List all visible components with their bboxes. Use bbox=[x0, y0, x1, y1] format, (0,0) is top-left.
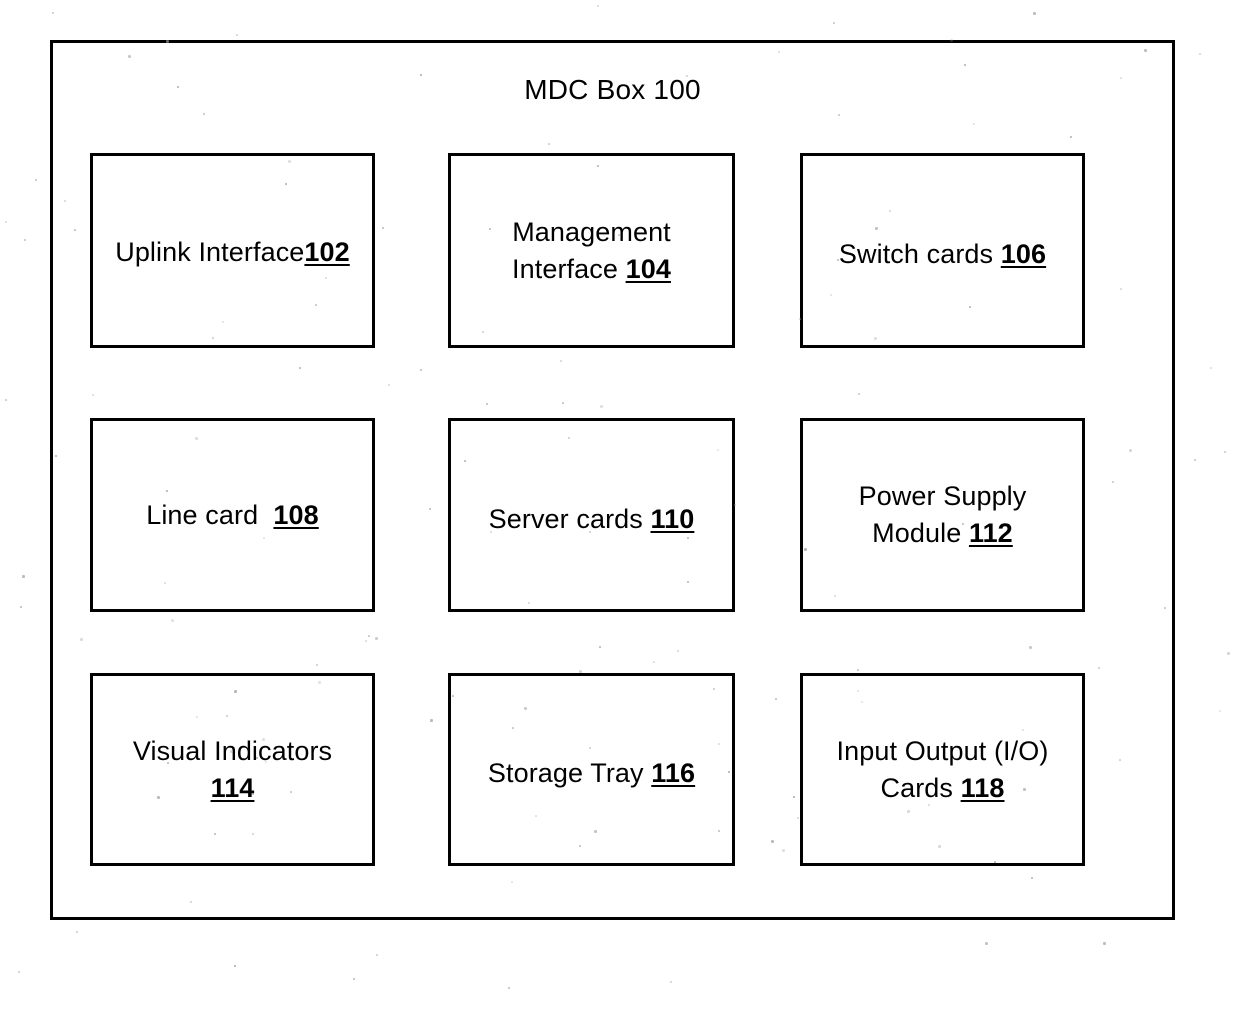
switch-cards-ref: 106 bbox=[1000, 239, 1047, 269]
server-cards-ref: 110 bbox=[650, 503, 695, 534]
component-box-io-cards[interactable]: Input Output (I/O) Cards 118 bbox=[800, 673, 1085, 866]
component-label-management-interface: Management Interface 104 bbox=[506, 214, 677, 288]
component-label-visual-indicators: Visual Indicators 114 bbox=[127, 733, 338, 807]
management-interface-line1: Management bbox=[512, 216, 671, 247]
component-label-server-cards: Server cards 110 bbox=[483, 501, 701, 538]
storage-tray-ref: 116 bbox=[651, 758, 696, 788]
visual-indicators-ref: 114 bbox=[210, 772, 255, 803]
uplink-interface-text: Uplink Interface bbox=[115, 237, 305, 267]
component-box-visual-indicators[interactable]: Visual Indicators 114 bbox=[90, 673, 375, 866]
component-box-switch-cards[interactable]: Switch cards 106 bbox=[800, 153, 1085, 348]
io-cards-line1: Input Output (I/O) bbox=[836, 735, 1049, 766]
component-label-storage-tray: Storage Tray 116 bbox=[482, 755, 701, 792]
server-cards-text: Server cards bbox=[488, 503, 651, 534]
management-interface-line2: Interface bbox=[512, 253, 626, 284]
diagram-title-ref: 100 bbox=[653, 74, 701, 105]
component-label-power-supply-module: Power Supply Module 112 bbox=[853, 478, 1033, 552]
power-supply-ref: 112 bbox=[968, 518, 1013, 548]
management-interface-ref: 104 bbox=[625, 253, 671, 284]
power-supply-line2: Module bbox=[872, 518, 969, 548]
component-label-uplink-interface: Uplink Interface102 bbox=[109, 234, 356, 271]
component-label-io-cards: Input Output (I/O) Cards 118 bbox=[831, 733, 1055, 807]
uplink-interface-ref: 102 bbox=[304, 237, 350, 267]
component-label-switch-cards: Switch cards 106 bbox=[833, 236, 1052, 273]
component-box-storage-tray[interactable]: Storage Tray 116 bbox=[448, 673, 735, 866]
component-box-power-supply-module[interactable]: Power Supply Module 112 bbox=[800, 418, 1085, 612]
component-box-uplink-interface[interactable]: Uplink Interface102 bbox=[90, 153, 375, 348]
component-box-server-cards[interactable]: Server cards 110 bbox=[448, 418, 735, 612]
visual-indicators-line1: Visual Indicators bbox=[132, 735, 333, 766]
line-card-text: Line card bbox=[146, 499, 274, 530]
component-box-management-interface[interactable]: Management Interface 104 bbox=[448, 153, 735, 348]
diagram-title-text: MDC Box bbox=[524, 74, 646, 105]
component-label-line-card: Line card 108 bbox=[140, 497, 325, 534]
io-cards-line2: Cards bbox=[880, 772, 961, 803]
component-box-line-card[interactable]: Line card 108 bbox=[90, 418, 375, 612]
switch-cards-text: Switch cards bbox=[838, 239, 1001, 269]
storage-tray-text: Storage Tray bbox=[487, 758, 652, 788]
io-cards-ref: 118 bbox=[960, 772, 1005, 803]
power-supply-line1: Power Supply bbox=[858, 481, 1027, 511]
line-card-ref: 108 bbox=[273, 499, 319, 530]
page-title: MDC Box 100 bbox=[50, 71, 1175, 109]
